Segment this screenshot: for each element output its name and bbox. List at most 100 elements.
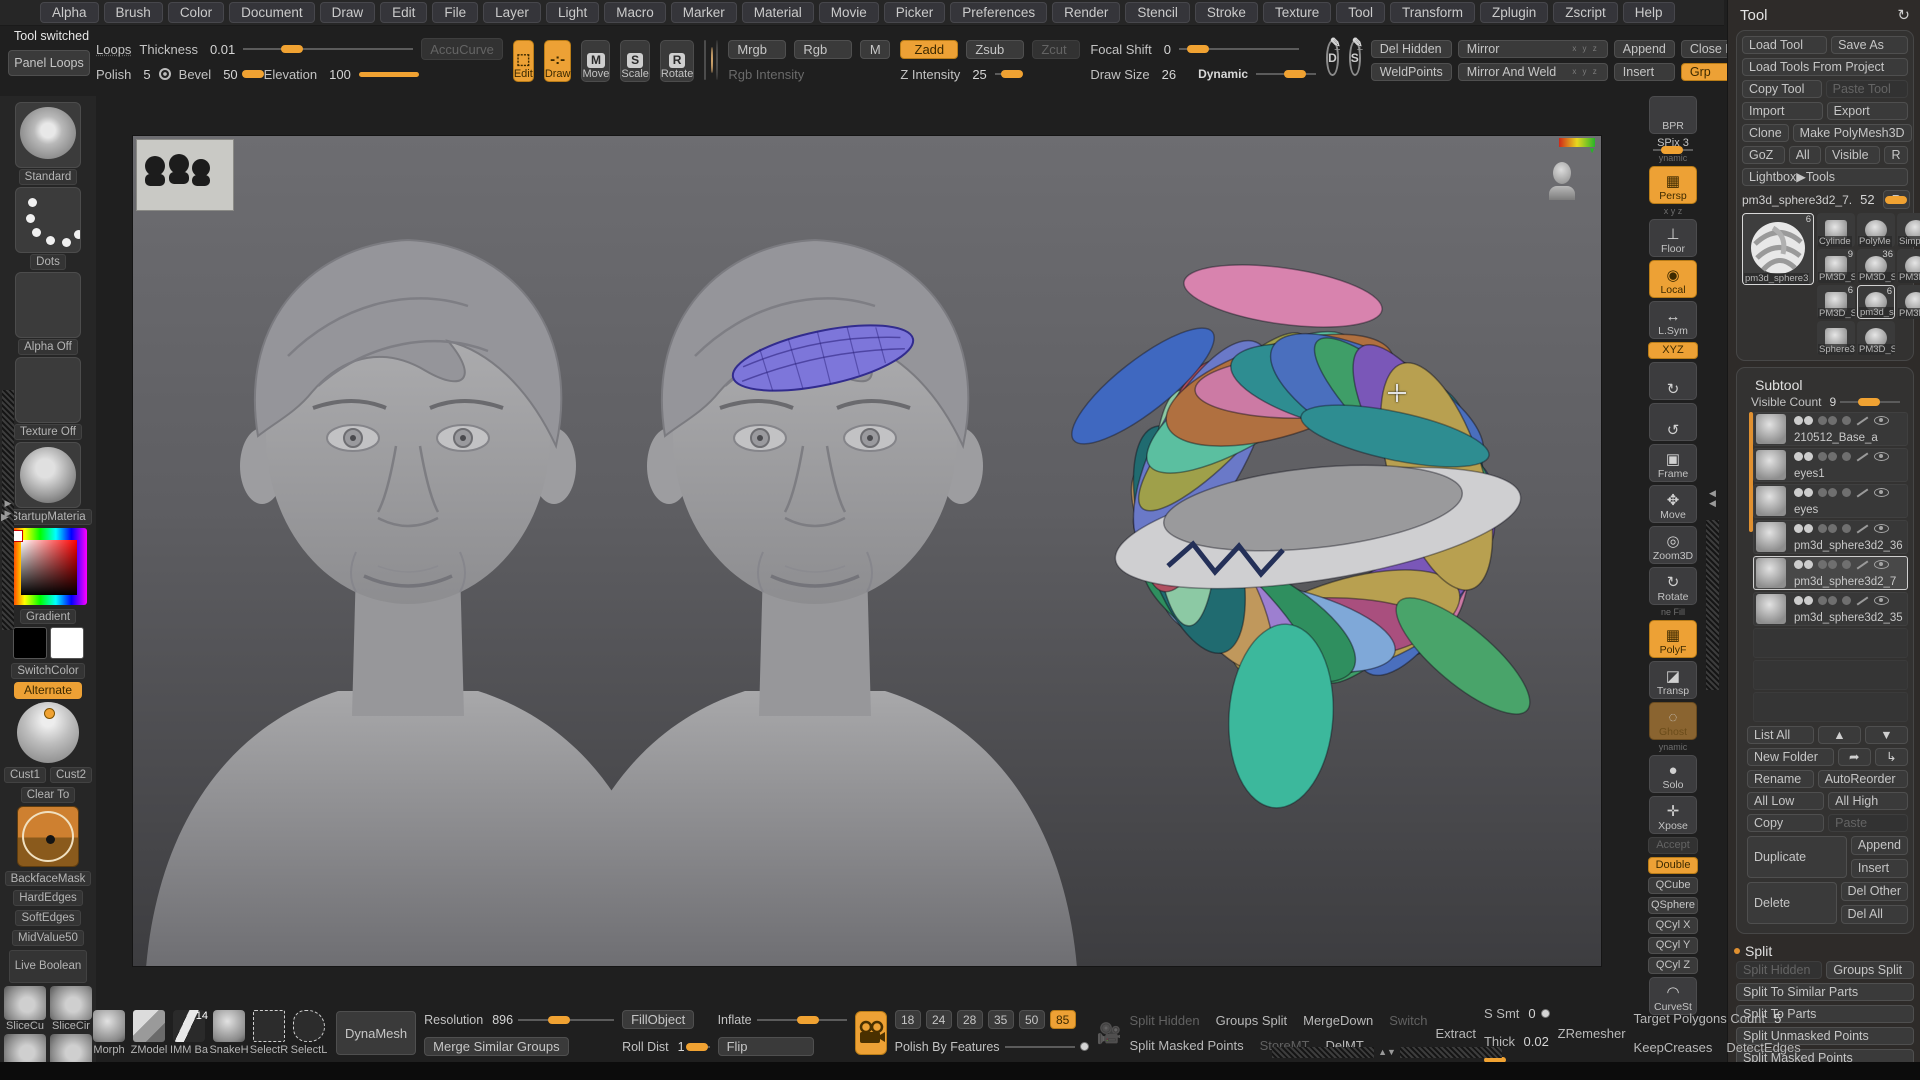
current-tool-slider[interactable]: pm3d_sphere3d2_7. 52 R (1742, 190, 1908, 209)
menu-item-texture[interactable]: Texture (1263, 2, 1331, 23)
mask-icon[interactable] (1828, 560, 1837, 569)
zsub-button[interactable]: Zsub (966, 40, 1024, 59)
mid-value-button[interactable]: MidValue50 (12, 930, 84, 946)
copy-button[interactable]: Copy (1747, 814, 1824, 832)
menu-item-preferences[interactable]: Preferences (950, 2, 1047, 23)
layer-icon[interactable] (1842, 524, 1851, 533)
ghost-button[interactable]: ◌Ghost (1649, 702, 1697, 740)
floor-button[interactable]: ⊥Floor (1649, 219, 1697, 257)
visible-count-slider[interactable]: Visible Count 9 (1747, 395, 1908, 412)
menu-item-light[interactable]: Light (546, 2, 599, 23)
make-polymesh3d-button[interactable]: Make PolyMesh3D (1793, 124, 1912, 142)
visibility-eye-icon[interactable] (1874, 596, 1889, 605)
bottom-tool-snakeh[interactable]: SnakeH (210, 1010, 248, 1056)
draw-curve-d-widget[interactable]: D (1326, 40, 1339, 76)
tool-thumbnail-2[interactable]: SimpleB (1897, 213, 1920, 247)
s-smt-toggle[interactable] (1541, 1009, 1550, 1018)
rotate-mode-button[interactable]: R Rotate (660, 40, 694, 82)
bottom-scrollbar[interactable]: ▲▼ (1272, 1046, 1502, 1058)
polypaint-icon[interactable] (1794, 452, 1803, 461)
focal-shift-track[interactable] (1179, 48, 1299, 50)
hard-edges-button[interactable]: HardEdges (13, 890, 83, 906)
left-divider-arrow[interactable]: ▶ (1, 512, 9, 523)
mirror-button[interactable]: Mirrorx y z (1458, 40, 1608, 58)
qcyl-z-button[interactable]: QCyl Z (1648, 957, 1698, 974)
mask-icon[interactable] (1828, 488, 1837, 497)
merge-similar-groups-button[interactable]: Merge Similar Groups (424, 1037, 568, 1056)
local-button[interactable]: ◉Local (1649, 260, 1697, 298)
qcube-button[interactable]: QCube (1648, 877, 1698, 894)
subtool-row-eyes[interactable]: eyes (1753, 484, 1908, 518)
panel-divider-arrows[interactable]: ◀◀ (1706, 488, 1719, 508)
bottom-tool-imm-ba[interactable]: 14IMM Ba (170, 1010, 208, 1056)
menu-item-help[interactable]: Help (1623, 2, 1675, 23)
tool-thumbnail-10[interactable]: PM3D_S (1857, 321, 1895, 355)
panel-loops-button[interactable]: Panel Loops (8, 50, 90, 76)
projection-35-button[interactable]: 35 (988, 1010, 1014, 1029)
mask-icon[interactable] (1818, 488, 1827, 497)
tool-thumbnail-5[interactable]: 36PM3D_S (1897, 249, 1920, 283)
save-as-button[interactable]: Save As (1831, 36, 1908, 54)
subtool-move-in-button[interactable]: ↳ (1875, 748, 1908, 766)
clear-to-button[interactable]: Clear To (21, 787, 76, 803)
selected-tool-thumbnail[interactable]: 6 pm3d_sphere3 (1742, 213, 1814, 285)
visibility-eye-icon[interactable] (1874, 560, 1889, 569)
duplicate-button[interactable]: Duplicate (1747, 836, 1847, 878)
subtool-row-pm3d_sphere3d2_35[interactable]: pm3d_sphere3d2_35 (1753, 592, 1908, 626)
menu-item-alpha[interactable]: Alpha (40, 2, 99, 23)
flip-button[interactable]: Flip (718, 1037, 814, 1056)
split-masked-points-button[interactable]: Split Masked Points (1129, 1038, 1243, 1053)
transp-button[interactable]: ◪Transp (1649, 661, 1697, 699)
clone-button[interactable]: Clone (1742, 124, 1789, 142)
menu-item-transform[interactable]: Transform (1390, 2, 1475, 23)
projection-camera-button[interactable] (855, 1011, 887, 1055)
r-button[interactable]: R (1884, 146, 1908, 164)
gradient-label[interactable]: Gradient (20, 609, 76, 625)
projection-50-button[interactable]: 50 (1019, 1010, 1045, 1029)
mask-icon[interactable] (1828, 596, 1837, 605)
move-mode-button[interactable]: M Move (581, 40, 610, 82)
mask-icon[interactable] (1818, 416, 1827, 425)
menu-item-draw[interactable]: Draw (320, 2, 376, 23)
groups-split-button[interactable]: Groups Split (1216, 1013, 1288, 1028)
menu-item-stroke[interactable]: Stroke (1195, 2, 1258, 23)
tool-thumbnail-4[interactable]: 36PM3D_S (1857, 249, 1895, 283)
document-thumbnail[interactable] (136, 139, 234, 211)
insert-button[interactable]: Insert (1614, 63, 1675, 81)
append-button[interactable]: Append (1614, 40, 1675, 58)
brush-item-standard[interactable]: Standard (15, 102, 81, 185)
menu-item-brush[interactable]: Brush (104, 2, 163, 23)
menu-item-tool[interactable]: Tool (1336, 2, 1385, 23)
load-tools-from-project-button[interactable]: Load Tools From Project (1742, 58, 1908, 76)
paint-brush-icon[interactable] (1857, 416, 1869, 425)
bevel-label[interactable]: Bevel (179, 67, 212, 82)
menu-item-render[interactable]: Render (1052, 2, 1120, 23)
fillobject-button[interactable]: FillObject (622, 1010, 694, 1029)
load-tool-button[interactable]: Load Tool (1742, 36, 1827, 54)
tool-thumbnail-6[interactable]: 6PM3D_S (1817, 285, 1855, 319)
reset-icon[interactable]: ↻ (1897, 6, 1910, 24)
live-boolean-button[interactable]: Live Boolean (9, 950, 88, 983)
alternate-button[interactable]: Alternate (14, 682, 82, 699)
zcut-button[interactable]: Zcut (1032, 40, 1080, 59)
paste-tool-button[interactable]: Paste Tool (1826, 80, 1908, 98)
draw-curve-s-widget[interactable]: S (1349, 40, 1361, 76)
visibility-eye-icon[interactable] (1874, 452, 1889, 461)
mask-icon[interactable] (1828, 452, 1837, 461)
zoom3d-button[interactable]: ◎Zoom3D (1649, 526, 1697, 564)
draw-size-track[interactable] (1256, 73, 1316, 75)
bpr-button[interactable]: BPR (1649, 96, 1697, 134)
projection-28-button[interactable]: 28 (957, 1010, 983, 1029)
polypaint-icon[interactable] (1794, 560, 1803, 569)
paint-brush-icon[interactable] (1857, 524, 1869, 533)
menu-item-edit[interactable]: Edit (380, 2, 427, 23)
layer-icon[interactable] (1842, 560, 1851, 569)
layer-icon[interactable] (1842, 452, 1851, 461)
thickness-track[interactable] (243, 48, 413, 50)
rgb-intensity-slider[interactable]: Rgb Intensity (728, 67, 804, 82)
polypaint-icon[interactable] (1794, 524, 1803, 533)
visibility-eye-icon[interactable] (1874, 488, 1889, 497)
spix-slider[interactable]: SPix 3 (1649, 137, 1697, 151)
mask-icon[interactable] (1818, 596, 1827, 605)
layer-icon[interactable] (1842, 596, 1851, 605)
